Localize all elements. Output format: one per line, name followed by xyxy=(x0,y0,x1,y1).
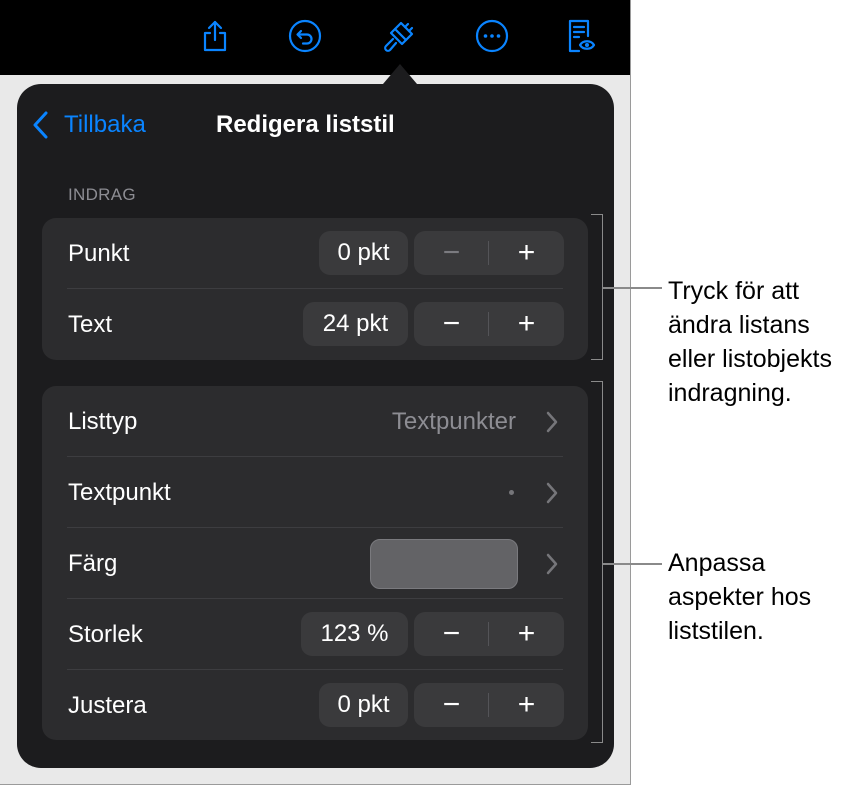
row-label: Listtyp xyxy=(68,408,138,435)
callout-line: aspekter hos xyxy=(668,583,812,611)
row-label: Justera xyxy=(68,692,147,719)
align-value-field[interactable]: 0 pkt xyxy=(319,683,408,727)
color-row[interactable]: Färg xyxy=(42,528,588,599)
indent-callout: Tryck för att ändra listans eller listob… xyxy=(668,274,832,410)
indent-section-header: INDRAG xyxy=(68,185,136,204)
chevron-right-icon xyxy=(546,482,558,504)
size-stepper: − + xyxy=(414,612,564,656)
callout-line: Tryck för att xyxy=(668,277,800,305)
undo-icon xyxy=(288,19,322,53)
row-label: Punkt xyxy=(68,240,130,267)
back-button[interactable]: Tillbaka xyxy=(30,108,146,142)
row-label: Textpunkt xyxy=(68,479,171,506)
toolbar xyxy=(0,0,630,75)
indent-row-bullet: Punkt 0 pkt − + xyxy=(42,218,588,289)
indent-row-text: Text 24 pkt − + xyxy=(42,289,588,360)
text-indent-stepper: − + xyxy=(414,302,564,346)
bullet-indent-stepper: − + xyxy=(414,231,564,275)
chevron-left-icon xyxy=(33,111,48,139)
callout-line: eller listobjekts xyxy=(668,345,832,373)
callout-line: ändra listans xyxy=(668,311,810,339)
row-label: Färg xyxy=(68,550,118,577)
align-stepper: − + xyxy=(414,683,564,727)
decrement-button[interactable]: − xyxy=(414,683,489,727)
share-button[interactable] xyxy=(193,14,237,58)
indent-callout-leader xyxy=(602,287,662,289)
format-button[interactable] xyxy=(377,14,421,58)
increment-button[interactable]: + xyxy=(489,302,564,346)
share-icon xyxy=(203,20,227,52)
more-button[interactable] xyxy=(470,14,514,58)
chevron-right-icon xyxy=(546,553,558,575)
increment-button[interactable]: + xyxy=(489,231,564,275)
bullet-row[interactable]: Textpunkt xyxy=(42,457,588,528)
paintbrush-icon xyxy=(384,21,414,52)
color-swatch[interactable] xyxy=(370,539,518,589)
text-indent-value-field[interactable]: 24 pkt xyxy=(303,302,408,346)
reading-view-icon xyxy=(568,19,596,53)
indent-group: Punkt 0 pkt − + Text 24 pkt − + xyxy=(42,218,588,360)
decrement-button[interactable]: − xyxy=(414,302,489,346)
increment-button[interactable]: + xyxy=(489,683,564,727)
undo-button[interactable] xyxy=(283,14,327,58)
decrement-button[interactable]: − xyxy=(414,612,489,656)
callout-line: liststilen. xyxy=(668,617,764,645)
edit-list-style-popover: Tillbaka Redigera liststil INDRAG Punkt … xyxy=(17,84,614,768)
bullet-indent-value-field[interactable]: 0 pkt xyxy=(319,231,408,275)
increment-button[interactable]: + xyxy=(489,612,564,656)
style-callout-leader xyxy=(602,563,662,565)
app-screen: Tillbaka Redigera liststil INDRAG Punkt … xyxy=(0,0,630,785)
chevron-right-icon xyxy=(546,411,558,433)
size-row: Storlek 123 % − + xyxy=(42,599,588,670)
list-type-row[interactable]: Listtyp Textpunkter xyxy=(42,386,588,457)
bullet-preview xyxy=(509,490,514,495)
align-row: Justera 0 pkt − + xyxy=(42,670,588,741)
popover-title: Redigera liststil xyxy=(216,111,395,138)
callout-line: Anpassa xyxy=(668,549,766,577)
back-label: Tillbaka xyxy=(64,111,146,138)
style-bracket xyxy=(591,381,603,743)
decrement-button[interactable]: − xyxy=(414,231,489,275)
list-type-value: Textpunkter xyxy=(391,408,516,435)
callout-line: indragning. xyxy=(668,379,792,407)
popover-arrow xyxy=(383,64,417,84)
row-label: Text xyxy=(68,311,113,338)
style-callout: Anpassa aspekter hos liststilen. xyxy=(668,546,811,648)
more-icon xyxy=(475,19,509,53)
list-style-group: Listtyp Textpunkter Textpunkt Färg Storl… xyxy=(42,386,588,740)
row-label: Storlek xyxy=(68,621,143,648)
reading-view-button[interactable] xyxy=(557,14,601,58)
size-value-field[interactable]: 123 % xyxy=(301,612,408,656)
